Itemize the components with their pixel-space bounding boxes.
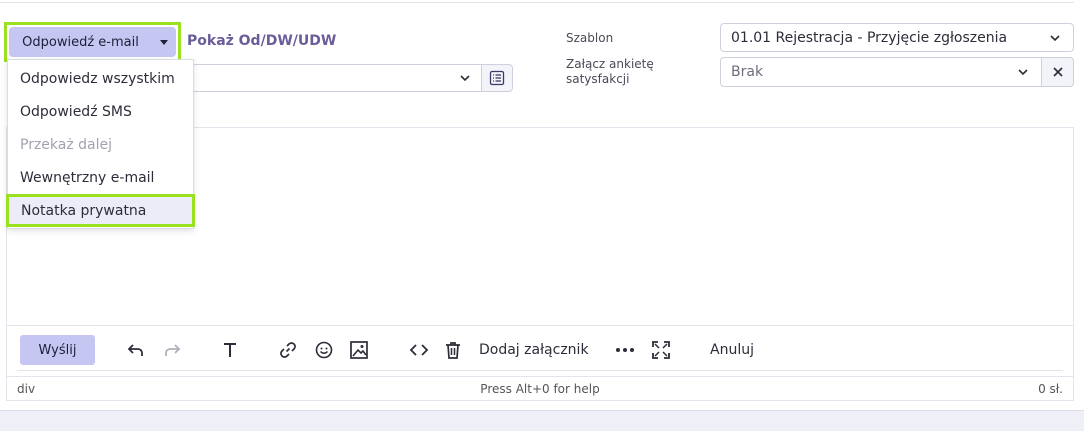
show-from-cc-bcc-link[interactable]: Pokaż Od/DW/UDW [187, 33, 336, 49]
template-label: Szablon [566, 31, 614, 45]
menu-item-reply-sms[interactable]: Odpowiedź SMS [8, 95, 193, 128]
code-icon [409, 344, 429, 356]
redo-icon [165, 344, 181, 356]
insert-link-button[interactable] [277, 338, 299, 362]
text-format-icon [224, 343, 236, 357]
footer-band [0, 410, 1084, 431]
chevron-down-icon [1018, 69, 1028, 76]
chevron-down-icon [1050, 34, 1060, 41]
survey-value: Brak [731, 64, 764, 80]
top-divider [0, 0, 1074, 3]
more-dots-icon [616, 348, 634, 352]
menu-item-private-note[interactable]: Notatka prywatna [6, 194, 195, 227]
address-book-button[interactable] [481, 64, 513, 92]
redo-button[interactable] [161, 338, 183, 362]
cancel-button[interactable]: Anuluj [710, 338, 754, 362]
editor-statusbar: div Press Alt+0 for help 0 sł. [7, 376, 1073, 400]
sender-select[interactable] [188, 64, 481, 92]
reply-split-button: Odpowiedź e-mail [4, 22, 181, 62]
menu-item-forward: Przekaż dalej [20, 136, 113, 153]
add-attachment-button[interactable]: Dodaj załącznik [479, 338, 589, 362]
chevron-down-icon [460, 75, 470, 82]
delete-button[interactable] [442, 338, 464, 362]
source-code-button[interactable] [407, 338, 431, 362]
editor-toolbar: Wyślij Dodaj załącznik Anuluj [7, 326, 1073, 373]
text-format-button[interactable] [219, 338, 241, 362]
smiley-icon [315, 341, 333, 359]
list-icon [489, 70, 505, 86]
fullscreen-button[interactable] [649, 338, 673, 362]
toolbar-divider [17, 370, 1063, 371]
survey-select[interactable]: Brak [720, 57, 1042, 87]
link-icon [280, 342, 296, 358]
template-value: 01.01 Rejestracja - Przyjęcie zgłoszenia [731, 29, 1008, 46]
help-hint: Press Alt+0 for help [480, 382, 600, 396]
undo-button[interactable] [125, 338, 147, 362]
menu-item-reply-all[interactable]: Odpowiedz wszystkim [8, 62, 193, 95]
fullscreen-icon [652, 341, 670, 359]
emoji-button[interactable] [313, 338, 335, 362]
template-select[interactable]: 01.01 Rejestracja - Przyjęcie zgłoszenia [720, 23, 1074, 52]
survey-clear-button[interactable] [1041, 57, 1074, 87]
trash-icon [446, 342, 460, 359]
image-icon [350, 341, 368, 359]
word-count[interactable]: 0 sł. [1038, 382, 1063, 396]
caret-down-icon [160, 39, 168, 45]
reply-dropdown-toggle[interactable] [152, 27, 176, 57]
close-icon [1052, 67, 1063, 77]
survey-label: Załącz ankietę satysfakcji [566, 57, 654, 86]
more-options-button[interactable] [613, 338, 637, 362]
reply-options-menu: Odpowiedz wszystkim Odpowiedź SMS Przeka… [6, 59, 195, 229]
menu-item-internal-email[interactable]: Wewnętrzny e-mail [8, 161, 193, 194]
reply-email-button[interactable]: Odpowiedź e-mail [9, 27, 152, 57]
send-button[interactable]: Wyślij [20, 335, 95, 365]
undo-icon [127, 344, 143, 356]
insert-image-button[interactable] [348, 338, 370, 362]
